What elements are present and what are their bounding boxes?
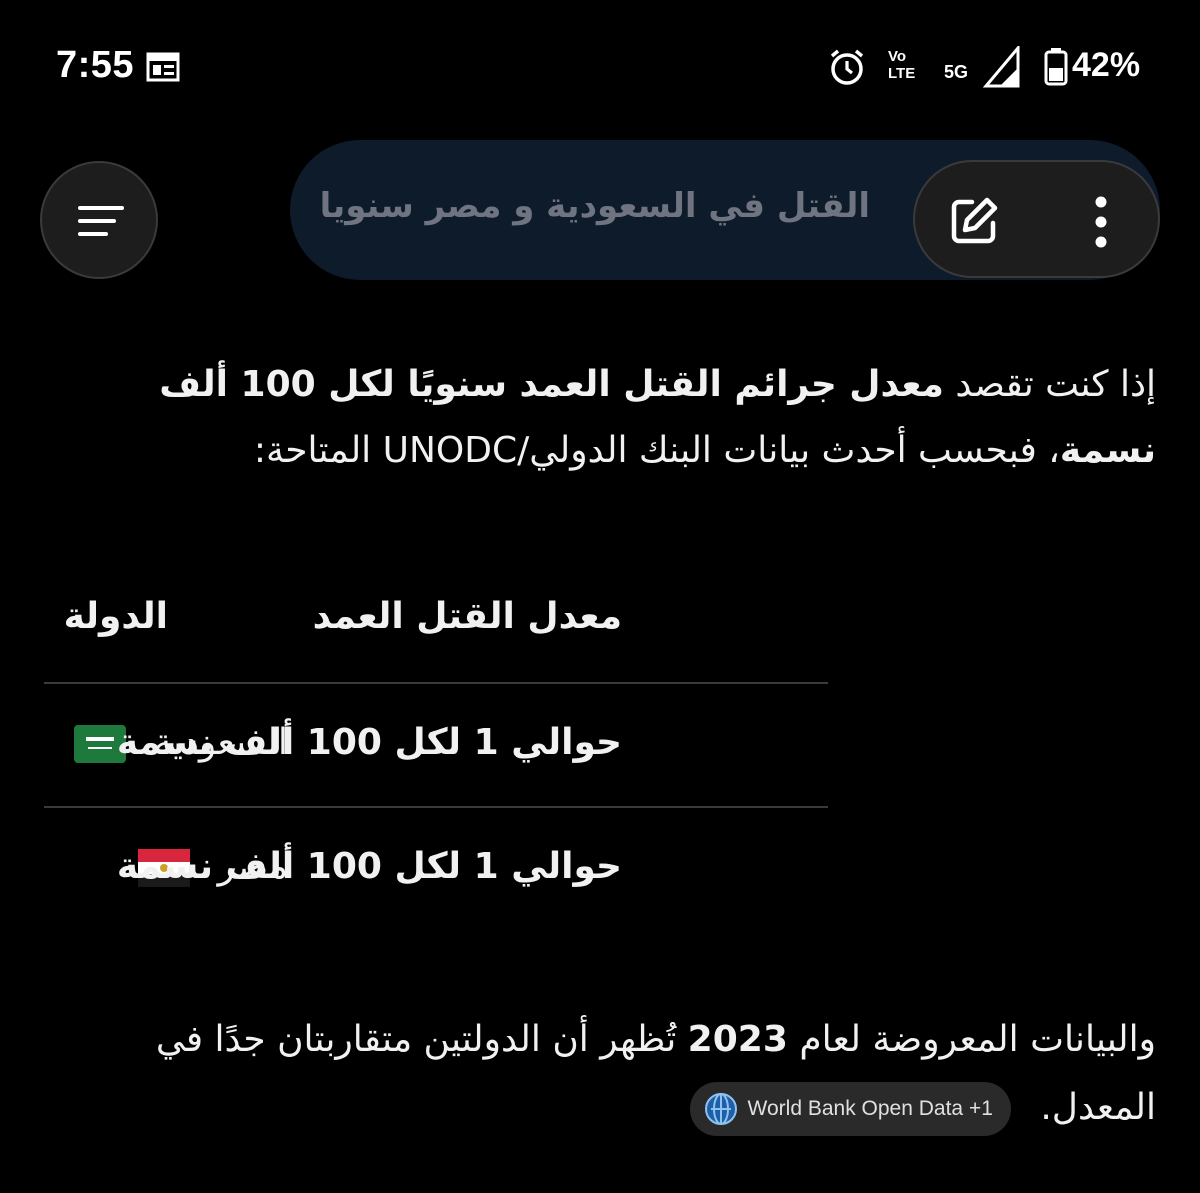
row-rate: حوالي 1 لكل 100 ألف نسمة	[116, 846, 622, 887]
action-pill	[913, 160, 1160, 278]
intro-text-1: إذا كنت تقصد	[943, 364, 1156, 405]
battery-icon	[1044, 48, 1068, 86]
volte-icon: Vo LTE	[888, 48, 932, 88]
header-rate: معدل القتل العمد	[312, 596, 622, 637]
menu-icon	[78, 206, 124, 236]
row-rate: حوالي 1 لكل 100 ألف نسمة	[116, 722, 622, 763]
menu-button[interactable]	[40, 161, 158, 279]
table-header: الدولة معدل القتل العمد	[44, 580, 828, 684]
network-type: 5G	[944, 62, 969, 82]
more-vert-icon[interactable]	[1091, 196, 1111, 248]
intro-paragraph: إذا كنت تقصد معدل جرائم القتل العمد سنوي…	[44, 352, 1156, 484]
source-chip[interactable]: World Bank Open Data +1	[689, 1082, 1011, 1136]
signal-icon	[982, 46, 1020, 88]
volte-top-label: Vo	[888, 48, 907, 65]
search-query-text: القتل في السعودية و مصر سنويا	[319, 186, 870, 226]
battery-percent: 42%	[1072, 46, 1141, 84]
alarm-icon	[830, 49, 864, 85]
volte-bottom-label: LTE	[888, 65, 916, 82]
table-row: مصر حوالي 1 لكل 100 ألف نسمة	[44, 808, 828, 932]
edit-icon[interactable]	[947, 194, 1001, 248]
header-country: الدولة	[63, 596, 168, 637]
outro-text-1: والبيانات المعروضة لعام	[787, 1019, 1156, 1060]
table-row: السعودية حوالي 1 لكل 100 ألف نسمة	[44, 684, 828, 808]
status-time: 7:55	[56, 44, 135, 86]
homicide-table: الدولة معدل القتل العمد السعودية حوالي 1…	[44, 580, 828, 932]
globe-icon	[704, 1093, 737, 1125]
news-icon	[146, 52, 180, 82]
outro-paragraph: والبيانات المعروضة لعام 2023 تُظهر أن ال…	[44, 1006, 1156, 1142]
outro-year: 2023	[687, 1019, 788, 1060]
intro-text-2: ، فبحسب أحدث بيانات البنك الدولي/UNODC ا…	[253, 430, 1060, 471]
status-bar: 7:55 Vo LTE 5G 42%	[0, 0, 1200, 130]
source-chip-label: World Bank Open Data +1	[747, 1097, 993, 1120]
